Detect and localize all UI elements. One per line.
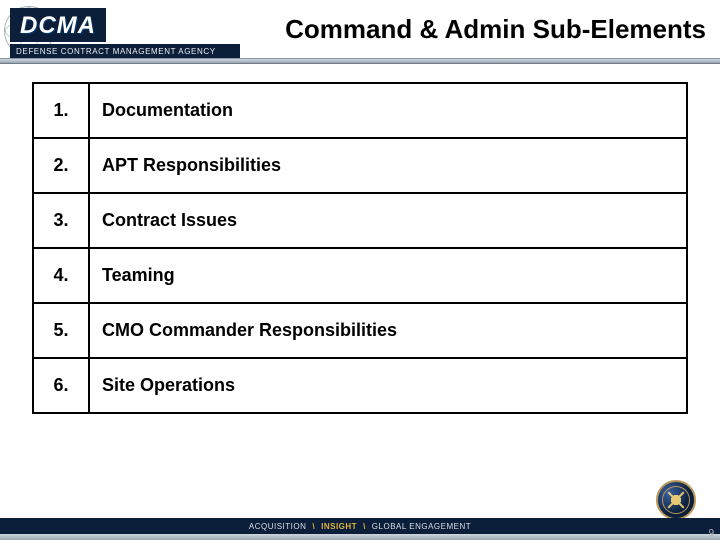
table-row: 1. Documentation [33,83,687,138]
footer-word: ACQUISITION [249,522,307,531]
page-number: 9 [708,528,714,539]
content-area: 1. Documentation 2. APT Responsibilities… [32,82,688,414]
row-label: Site Operations [89,358,687,413]
footer-word: GLOBAL ENGAGEMENT [372,522,471,531]
table-row: 3. Contract Issues [33,193,687,248]
footer-word: INSIGHT [321,522,357,531]
footer-tagline: ACQUISITION \ INSIGHT \ GLOBAL ENGAGEMEN… [0,518,720,534]
sub-elements-table: 1. Documentation 2. APT Responsibilities… [32,82,688,414]
agency-seal-icon [656,480,696,520]
footer-divider [0,534,720,540]
row-number: 4. [33,248,89,303]
row-number: 5. [33,303,89,358]
table-row: 2. APT Responsibilities [33,138,687,193]
header-divider [0,58,720,64]
row-label: APT Responsibilities [89,138,687,193]
footer-separator: \ [312,522,315,531]
row-number: 3. [33,193,89,248]
row-number: 1. [33,83,89,138]
slide-footer: ACQUISITION \ INSIGHT \ GLOBAL ENGAGEMEN… [0,518,720,540]
row-number: 2. [33,138,89,193]
table-row: 6. Site Operations [33,358,687,413]
table-row: 4. Teaming [33,248,687,303]
agency-name-bar: DEFENSE CONTRACT MANAGEMENT AGENCY [10,44,240,58]
logo-text: DCMA [10,8,106,42]
page-title: Command & Admin Sub-Elements [285,14,706,45]
row-label: Contract Issues [89,193,687,248]
row-label: CMO Commander Responsibilities [89,303,687,358]
table-row: 5. CMO Commander Responsibilities [33,303,687,358]
footer-separator: \ [363,522,366,531]
row-number: 6. [33,358,89,413]
row-label: Teaming [89,248,687,303]
slide-header: DCMA DEFENSE CONTRACT MANAGEMENT AGENCY … [0,0,720,70]
row-label: Documentation [89,83,687,138]
